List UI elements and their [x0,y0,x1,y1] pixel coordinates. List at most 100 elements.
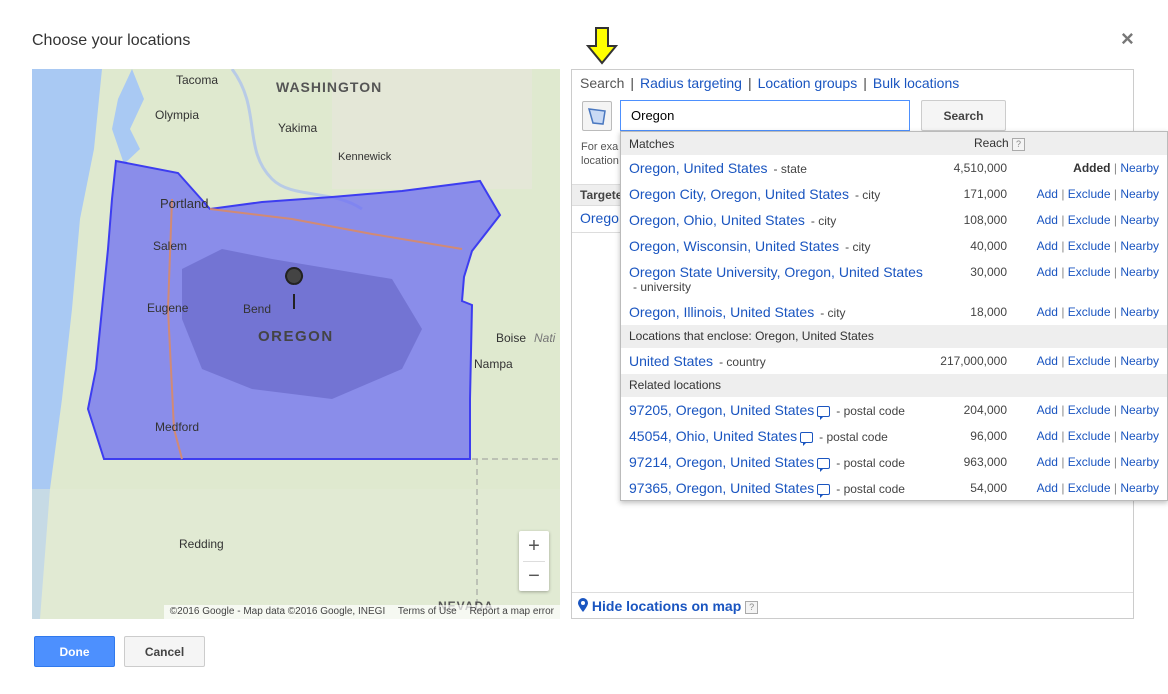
draw-polygon-icon[interactable] [582,101,612,131]
city-label: Yakima [278,121,318,135]
terms-link[interactable]: Terms of Use [398,606,457,617]
suggestion-link[interactable]: United States [629,353,713,369]
suggestion-type: - city [845,240,871,254]
suggestion-name-cell: United States - country [629,353,939,369]
suggestion-row: Oregon, Illinois, United States - city 18,… [621,299,1167,325]
nearby-link[interactable]: Nearby [1120,455,1159,469]
suggestion-link[interactable]: Oregon, United States [629,160,768,176]
nearby-link[interactable]: Nearby [1120,354,1159,368]
suggestion-link[interactable]: Oregon City, Oregon, United States [629,186,849,202]
suggestion-row: Oregon, Ohio, United States - city 108,000… [621,207,1167,233]
exclude-link[interactable]: Exclude [1068,403,1111,417]
nearby-link[interactable]: Nearby [1120,265,1159,279]
add-link[interactable]: Add [1037,239,1058,253]
exclude-link[interactable]: Exclude [1068,213,1111,227]
zoom-in-button[interactable]: + [519,531,549,561]
nearby-link[interactable]: Nearby [1120,187,1159,201]
state-label: OREGON [258,328,334,345]
city-label: Medford [155,420,200,434]
exclude-link[interactable]: Exclude [1068,305,1111,319]
add-link[interactable]: Add [1037,455,1058,469]
exclude-link[interactable]: Exclude [1068,239,1111,253]
targeted-location-link[interactable]: Orego [580,210,619,226]
tab-location-groups[interactable]: Location groups [758,75,858,91]
suggestion-actions: Add | Exclude | Nearby [1007,264,1159,279]
suggestion-reach: 108,000 [963,213,1007,227]
add-link[interactable]: Add [1037,305,1058,319]
add-link[interactable]: Add [1037,265,1058,279]
suggestion-row: 97214, Oregon, United States - postal cod… [621,449,1167,475]
suggestion-link[interactable]: Oregon, Wisconsin, United States [629,238,839,254]
exclude-link[interactable]: Exclude [1068,481,1111,495]
add-link[interactable]: Add [1037,187,1058,201]
suggestion-name-cell: 97205, Oregon, United States - postal cod… [629,402,939,421]
tab-bulk-locations[interactable]: Bulk locations [873,75,959,91]
suggestion-name-cell: Oregon State University, Oregon, United … [629,264,939,294]
close-icon[interactable]: × [1121,26,1134,52]
suggestion-reach: 18,000 [970,305,1007,319]
exclude-link[interactable]: Exclude [1068,429,1111,443]
add-link[interactable]: Add [1037,481,1058,495]
suggestion-reach: 54,000 [970,481,1007,495]
nearby-link[interactable]: Nearby [1120,305,1159,319]
add-link[interactable]: Add [1037,429,1058,443]
suggestion-row: Oregon City, Oregon, United States - city… [621,181,1167,207]
comment-bubble-icon[interactable] [817,406,831,421]
suggestion-reach: 217,000,000 [940,354,1007,368]
suggestion-actions: Add | Exclude | Nearby [1007,480,1159,495]
add-link[interactable]: Add [1037,403,1058,417]
tab-search[interactable]: Search [580,75,624,91]
location-search-input[interactable] [620,100,910,131]
nearby-link[interactable]: Nearby [1120,481,1159,495]
help-icon[interactable]: ? [745,600,759,614]
nearby-link[interactable]: Nearby [1120,239,1159,253]
suggestion-type: - postal code [836,404,905,418]
exclude-link[interactable]: Exclude [1068,187,1111,201]
tab-radius-targeting[interactable]: Radius targeting [640,75,742,91]
map[interactable]: Tacoma WASHINGTON Olympia Yakima Kennewi… [32,69,560,619]
suggestion-link[interactable]: 97365, Oregon, United States [629,480,814,496]
related-list: 97205, Oregon, United States - postal cod… [621,397,1167,501]
add-link[interactable]: Add [1037,213,1058,227]
suggestion-link[interactable]: Oregon State University, Oregon, United … [629,264,923,280]
nearby-link[interactable]: Nearby [1120,429,1159,443]
add-link[interactable]: Add [1037,354,1058,368]
suggestion-type: - city [810,214,837,228]
suggestion-type: - university [633,280,692,294]
action-separator: | [1061,429,1065,443]
suggestion-link[interactable]: 45054, Ohio, United States [629,428,797,444]
exclude-link[interactable]: Exclude [1068,455,1111,469]
zoom-out-button[interactable]: − [519,561,549,591]
suggestion-reach: 30,000 [970,265,1007,279]
action-separator: | [1061,187,1065,201]
hide-locations-link[interactable]: Hide locations on map ? [572,592,1133,618]
cancel-button[interactable]: Cancel [124,636,205,667]
suggestion-type: - state [773,162,807,176]
suggestion-name-cell: Oregon, Ohio, United States - city [629,212,939,228]
help-icon[interactable]: ? [1012,137,1026,151]
map-copyright: ©2016 Google - Map data ©2016 Google, IN… [169,606,386,617]
map-pin-icon [578,598,588,612]
comment-bubble-icon[interactable] [817,484,831,499]
map-attribution: ©2016 Google - Map data ©2016 Google, IN… [163,605,560,619]
suggestion-link[interactable]: 97214, Oregon, United States [629,454,814,470]
nearby-link[interactable]: Nearby [1120,213,1159,227]
comment-bubble-icon[interactable] [800,432,814,447]
suggestion-reach: 96,000 [970,429,1007,443]
suggestion-row: 97365, Oregon, United States - postal cod… [621,475,1167,501]
comment-bubble-icon[interactable] [817,458,831,473]
city-label: Eugene [147,301,189,315]
exclude-link[interactable]: Exclude [1068,265,1111,279]
action-separator: | [1061,403,1065,417]
suggestion-reach: 4,510,000 [953,161,1007,175]
suggestion-link[interactable]: Oregon, Ohio, United States [629,212,805,228]
done-button[interactable]: Done [34,636,115,667]
suggestion-link[interactable]: Oregon, Illinois, United States [629,304,814,320]
suggestion-link[interactable]: 97205, Oregon, United States [629,402,814,418]
exclude-link[interactable]: Exclude [1068,354,1111,368]
report-error-link[interactable]: Report a map error [470,606,554,617]
nearby-link[interactable]: Nearby [1120,403,1159,417]
search-button[interactable]: Search [921,100,1006,131]
nearby-link[interactable]: Nearby [1120,161,1159,175]
reach-header: Reach ? [974,136,1159,151]
